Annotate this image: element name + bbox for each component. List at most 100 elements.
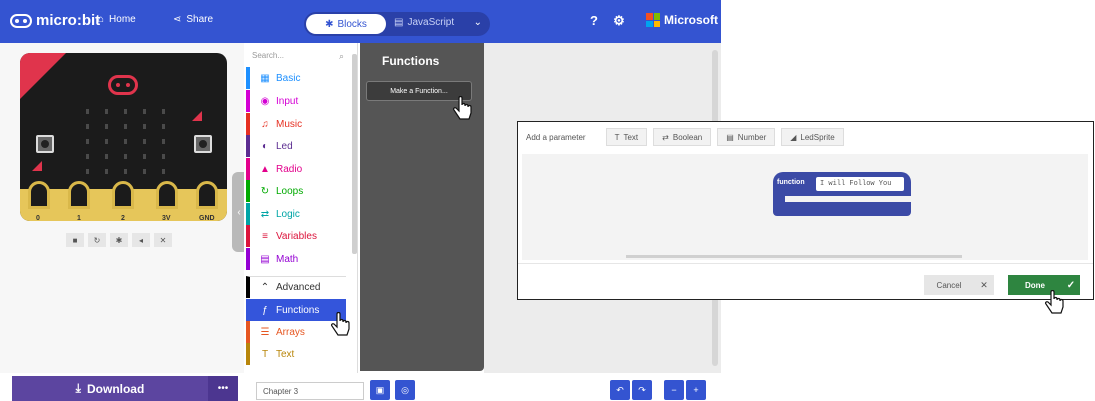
pin-0[interactable] bbox=[28, 181, 50, 209]
download-main[interactable]: ⤓ Download bbox=[12, 381, 208, 396]
microbit-logo[interactable]: micro:bit bbox=[10, 12, 100, 29]
pin-2[interactable] bbox=[112, 181, 134, 209]
headphones-icon: ♫ bbox=[261, 118, 269, 130]
pin-label: 1 bbox=[77, 215, 81, 222]
led bbox=[105, 124, 108, 129]
toolbox-category-logic[interactable]: ⇄ Logic bbox=[246, 203, 346, 225]
simulator-panel: 0 1 2 3V GND ■ ↻ ✱ ◂ ✕ bbox=[0, 43, 244, 373]
led bbox=[143, 109, 146, 114]
function-block-footer bbox=[773, 202, 911, 216]
toolbox-category-basic[interactable]: ▦ Basic bbox=[246, 67, 346, 89]
function-block-header: function I will Follow You bbox=[773, 172, 911, 196]
toolbox-category-text[interactable]: T Text bbox=[246, 343, 346, 365]
led bbox=[143, 124, 146, 129]
search-placeholder: Search... bbox=[252, 51, 285, 60]
led bbox=[162, 139, 165, 144]
toolbox-category-advanced[interactable]: ⌃ Advanced bbox=[246, 276, 346, 298]
zoom-out-icon[interactable]: − bbox=[664, 380, 684, 400]
canvas-scrollbar[interactable] bbox=[626, 255, 962, 258]
calculator-icon: ▤ bbox=[260, 253, 270, 265]
top-bar: micro:bit ⌂ Home ⋖ Share ✱ Blocks ▤ Java… bbox=[0, 0, 721, 43]
toolbox-category-variables[interactable]: ≡ Variables bbox=[246, 225, 346, 247]
led bbox=[124, 154, 127, 159]
led bbox=[124, 109, 127, 114]
share-button[interactable]: ⋖ Share bbox=[173, 14, 213, 25]
flyout-title: Functions bbox=[382, 54, 440, 68]
add-text-param-button[interactable]: T Text bbox=[605, 128, 648, 146]
undo-icon[interactable]: ↶ bbox=[610, 380, 630, 400]
toolbox-category-music[interactable]: ♫ Music bbox=[246, 113, 346, 135]
toolbox-category-label: Text bbox=[276, 348, 295, 360]
stop-icon[interactable]: ■ bbox=[66, 233, 84, 247]
editor-toggle: ✱ Blocks ▤ JavaScript ⌄ bbox=[304, 12, 490, 36]
function-keyword: function bbox=[777, 179, 805, 186]
project-name-input[interactable]: Chapter 3 bbox=[256, 382, 364, 400]
pin-label: GND bbox=[199, 215, 215, 222]
button-b[interactable] bbox=[194, 135, 212, 153]
led bbox=[86, 109, 89, 114]
javascript-tab[interactable]: ▤ JavaScript bbox=[394, 17, 454, 28]
pin-label: 2 bbox=[121, 215, 125, 222]
add-number-param-button[interactable]: ▤ Number bbox=[717, 128, 776, 146]
add-ledsprite-param-button[interactable]: ◢ LedSprite bbox=[781, 128, 844, 146]
toolbox-scrollbar[interactable] bbox=[352, 54, 357, 254]
led bbox=[124, 169, 127, 174]
toolbox-category-loops[interactable]: ↻ Loops bbox=[246, 180, 346, 202]
gear-icon[interactable]: ⚙ bbox=[611, 13, 627, 29]
redo-icon[interactable]: ↷ bbox=[632, 380, 652, 400]
hand-cursor-icon bbox=[1045, 290, 1064, 314]
code-icon: ▤ bbox=[394, 17, 404, 28]
download-button[interactable]: ⤓ Download ••• bbox=[12, 376, 238, 401]
debug-icon[interactable]: ✱ bbox=[110, 233, 128, 247]
toolbox-category-led[interactable]: ◐ Led bbox=[246, 135, 346, 157]
toolbox-category-radio[interactable]: ▲ Radio bbox=[246, 158, 346, 180]
share-label: Share bbox=[186, 14, 214, 25]
more-options-icon[interactable]: ••• bbox=[208, 376, 238, 401]
search-input[interactable]: Search... ⌕ bbox=[252, 51, 344, 65]
functions-flyout: Functions Make a Function... bbox=[360, 43, 484, 371]
toolbox-category-input[interactable]: ◉ Input bbox=[246, 90, 346, 112]
pin-3v[interactable] bbox=[156, 181, 178, 209]
home-label: Home bbox=[109, 14, 136, 25]
led bbox=[162, 109, 165, 114]
board-corner-decoration bbox=[20, 53, 66, 99]
led bbox=[105, 139, 108, 144]
chevron-down-icon[interactable]: ⌄ bbox=[474, 17, 482, 28]
github-icon[interactable]: ◎ bbox=[395, 380, 415, 400]
zoom-in-icon[interactable]: + bbox=[686, 380, 706, 400]
logo-touch-icon[interactable] bbox=[108, 75, 138, 95]
toolbox-category-label: Basic bbox=[276, 72, 301, 84]
led bbox=[143, 169, 146, 174]
button-a[interactable] bbox=[36, 135, 54, 153]
function-block[interactable]: function I will Follow You bbox=[773, 172, 911, 216]
add-boolean-param-button[interactable]: ⇄ Boolean bbox=[653, 128, 712, 146]
makecode-editor: micro:bit ⌂ Home ⋖ Share ✱ Blocks ▤ Java… bbox=[0, 0, 1095, 401]
fullscreen-icon[interactable]: ✕ bbox=[154, 233, 172, 247]
function-name-input[interactable]: I will Follow You bbox=[816, 177, 904, 191]
blocks-label: Blocks bbox=[337, 18, 367, 30]
list-icon: ≡ bbox=[262, 230, 268, 242]
restart-icon[interactable]: ↻ bbox=[88, 233, 106, 247]
blocks-tab[interactable]: ✱ Blocks bbox=[306, 14, 386, 34]
toolbox-category-math[interactable]: ▤ Math bbox=[246, 248, 346, 270]
help-icon[interactable]: ? bbox=[586, 13, 602, 29]
toolbox-category-label: Arrays bbox=[276, 326, 305, 338]
led bbox=[143, 139, 146, 144]
search-icon: ⌕ bbox=[338, 51, 344, 61]
triangle-marker-icon bbox=[192, 111, 202, 121]
toolbox-category-label: Functions bbox=[276, 304, 320, 316]
download-label: Download bbox=[86, 381, 145, 396]
mute-icon[interactable]: ◂ bbox=[132, 233, 150, 247]
function-editor-canvas: function I will Follow You bbox=[522, 154, 1088, 260]
done-label: Done bbox=[1025, 280, 1045, 290]
hand-cursor-icon bbox=[453, 96, 472, 120]
pin-gnd[interactable] bbox=[196, 181, 218, 209]
home-button[interactable]: ⌂ Home bbox=[98, 14, 136, 25]
toolbox-category-label: Logic bbox=[276, 208, 300, 220]
save-icon[interactable]: ▣ bbox=[370, 380, 390, 400]
microsoft-label: Microsoft bbox=[664, 13, 718, 27]
microsoft-logo[interactable]: Microsoft bbox=[646, 13, 718, 27]
shuffle-icon: ⇄ bbox=[260, 208, 270, 220]
cancel-button[interactable]: Cancel ✕ bbox=[924, 275, 994, 295]
pin-1[interactable] bbox=[68, 181, 90, 209]
